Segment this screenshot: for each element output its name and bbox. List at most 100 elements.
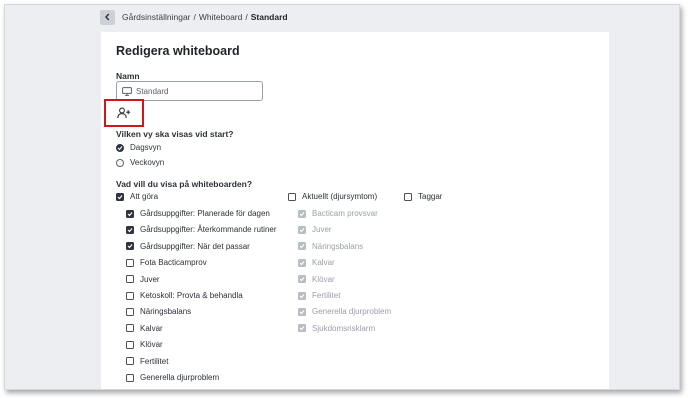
checkbox-label: Bacticam provsvar [312,209,378,218]
checkbox-current-item: Generella djurproblem [298,307,391,316]
checkbox[interactable] [116,192,124,201]
checkbox-label: Gårdsuppgifter: Planerade för dagen [140,209,270,218]
checkmark-icon [117,145,123,150]
checkmark-icon [127,211,133,216]
checkbox[interactable] [126,209,134,218]
checkmark-icon [299,260,305,266]
radio-option-day-view[interactable]: Dagsvyn [116,143,161,152]
checkbox[interactable] [126,324,134,333]
checkbox-label: Gårdsuppgifter: Återkommande rutiner [140,225,277,235]
checkbox-todo-item[interactable]: Ketoskoll: Provta & behandla [126,291,243,300]
checkbox-label: Ketoskoll: Provta & behandla [140,291,243,300]
checkmark-icon [127,228,133,233]
breadcrumb-current: Standard [250,12,288,22]
checkbox [298,307,306,316]
checkbox-label: Att göra [130,192,159,201]
checkbox-todo-item[interactable]: Fota Bacticamprov [126,258,207,267]
checkbox-current-item: Sjukdomsrisklarm [298,324,375,333]
checkbox-todo-item[interactable]: Juver [126,275,160,284]
checkbox-todo-item[interactable]: Klövar [126,340,163,349]
checkmark-icon [299,211,305,216]
checkbox-label: Näringsbalans [312,241,364,251]
checkbox [298,225,306,234]
breadcrumb-bar: Gårdsinställningar / Whiteboard / Standard [100,9,288,25]
checkbox [298,324,306,333]
checkmark-icon [299,310,305,315]
checkbox[interactable] [126,258,134,267]
checkbox[interactable] [126,307,134,316]
start-view-question: Vilken vy ska visas vid start? [116,129,234,139]
checkbox-todo-item[interactable]: Fertilitet [126,357,168,366]
checkbox-current-item: Näringsbalans [298,242,363,251]
checkbox-current[interactable]: Aktuellt (djursymtom) [288,192,377,201]
checkbox-current-item: Klövar [298,275,335,284]
checkbox-todo-item[interactable]: Gårdsuppgifter: När det passar [126,242,250,251]
checkbox-label: Kalvar [312,258,335,268]
checkmark-icon [299,228,305,233]
checkbox-todo-item[interactable]: Näringsbalans [126,307,191,316]
checkbox-todo-item[interactable]: Kalvar [126,324,163,333]
checkbox-label: Juver [312,225,332,235]
back-button[interactable] [100,9,115,25]
chevron-left-icon [105,13,110,21]
checkmark-icon [117,194,123,199]
checkbox-current-item: Kalvar [298,258,335,267]
checkbox [298,209,306,218]
checkbox [298,291,306,300]
checkbox-current-item: Juver [298,225,332,234]
app-window: Gårdsinställningar / Whiteboard / Standard R… [4,4,680,390]
radio-selected[interactable] [116,143,124,152]
checkbox-label: Klövar [140,340,163,350]
checkbox-label: Juver [140,274,160,284]
breadcrumb: Gårdsinställningar / Whiteboard / Standard [122,12,288,22]
breadcrumb-item-whiteboard[interactable]: Whiteboard [199,12,242,22]
checkbox-label: Fota Bacticamprov [140,258,207,268]
checkbox[interactable] [126,340,134,349]
checkmark-icon [127,244,133,249]
name-input[interactable]: Standard [116,81,263,101]
checkbox-label: Klövar [312,274,335,284]
add-user-button[interactable] [104,99,144,127]
checkbox [298,275,306,284]
monitor-icon [122,86,132,96]
checkbox-label: Kalvar [140,323,163,333]
radio-unselected[interactable] [116,158,124,167]
checkbox-label: Gårdsuppgifter: När det passar [140,241,250,251]
radio-label: Veckovyn [130,158,165,167]
checkmark-icon [299,326,305,331]
checkbox-todo[interactable]: Att göra [116,192,158,201]
checkbox[interactable] [126,225,134,234]
checkbox[interactable] [126,373,134,382]
checkbox[interactable] [126,291,134,300]
checkbox-label: Fertilitet [312,291,341,300]
edit-whiteboard-card: Redigera whiteboard Namn Standard Vilken… [101,32,609,389]
checkbox-label: Aktuellt (djursymtom) [302,192,378,201]
checkbox-todo-item[interactable]: Gårdsuppgifter: Planerade för dagen [126,209,270,218]
radio-option-week-view[interactable]: Veckovyn [116,158,164,167]
checkbox-tags[interactable]: Taggar [404,192,442,201]
checkbox[interactable] [288,192,296,201]
checkbox[interactable] [126,357,134,366]
checkbox [298,258,306,267]
show-content-question: Vad vill du visa på whiteboarden? [116,179,253,189]
checkmark-icon [299,244,305,249]
checkbox[interactable] [126,275,134,284]
checkmark-icon [299,293,305,298]
add-user-icon [117,107,131,119]
checkbox-current-item: Fertilitet [298,291,340,300]
radio-label: Dagsvyn [130,143,162,152]
checkbox-label: Fertilitet [140,356,169,366]
breadcrumb-separator: / [245,12,248,22]
name-label: Namn [116,71,140,81]
breadcrumb-item-farm-settings[interactable]: Gårdsinställningar [122,12,191,22]
checkbox[interactable] [126,242,134,251]
checkbox[interactable] [404,192,412,201]
breadcrumb-separator: / [193,12,196,22]
name-input-value: Standard [136,86,169,96]
checkmark-icon [299,277,305,282]
checkbox-todo-item[interactable]: Generella djurproblem [126,373,219,382]
checkbox-label: Sjukdomsrisklarm [312,323,376,333]
checkbox-todo-item[interactable]: Gårdsuppgifter: Återkommande rutiner [126,225,277,234]
checkbox [298,242,306,251]
checkbox-label: Taggar [418,192,443,201]
